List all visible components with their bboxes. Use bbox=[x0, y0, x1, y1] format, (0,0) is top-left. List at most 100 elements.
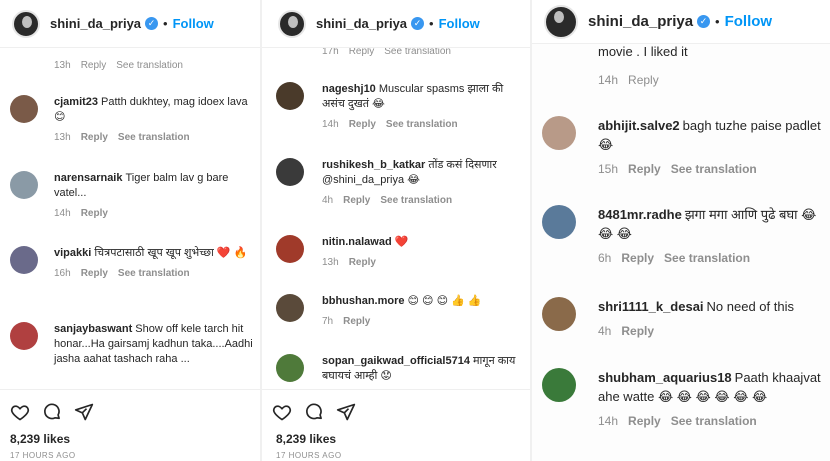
comment-icon[interactable] bbox=[42, 402, 62, 422]
separator-dot: • bbox=[429, 16, 434, 31]
comment-meta: 14h Reply bbox=[598, 73, 669, 87]
post-age: 17 HOURS AGO bbox=[10, 451, 76, 460]
comment-username[interactable]: cjamit23 bbox=[54, 96, 98, 108]
commenter-avatar[interactable] bbox=[10, 95, 38, 123]
comment-username[interactable]: nageshj10 bbox=[322, 83, 376, 95]
comment-text: No need of this bbox=[706, 299, 794, 314]
heart-icon[interactable] bbox=[10, 402, 30, 422]
comment-time: 4h bbox=[598, 324, 612, 338]
commenter-avatar[interactable] bbox=[276, 82, 304, 110]
see-translation-button[interactable]: See translation bbox=[116, 60, 183, 71]
comment-username[interactable]: 8481mr.radhe bbox=[598, 207, 682, 222]
comment-username[interactable]: sanjaybaswant bbox=[54, 323, 132, 335]
post-age: 17 HOURS AGO bbox=[276, 451, 342, 460]
reply-button[interactable]: Reply bbox=[81, 208, 108, 219]
see-translation-button[interactable]: See translation bbox=[671, 162, 757, 176]
comment-time: 14h bbox=[598, 73, 619, 87]
comment-username[interactable]: nitin.nalawad bbox=[322, 236, 392, 248]
see-translation-button[interactable]: See translation bbox=[664, 251, 750, 265]
username[interactable]: shini_da_priya bbox=[316, 16, 407, 31]
reply-button[interactable]: Reply bbox=[81, 132, 108, 143]
post-header: shini_da_priya ✓ • Follow bbox=[532, 0, 830, 44]
comment-username[interactable]: narensarnaik bbox=[54, 172, 122, 184]
follow-button[interactable]: Follow bbox=[173, 16, 214, 31]
reply-button[interactable]: Reply bbox=[81, 268, 108, 279]
comment-meta: 13h Reply See translation bbox=[54, 60, 193, 71]
verified-badge-icon: ✓ bbox=[411, 17, 425, 30]
verified-badge-icon: ✓ bbox=[145, 17, 159, 30]
post-actions-bar: 8,239 likes 17 HOURS AGO bbox=[262, 389, 530, 461]
commenter-avatar[interactable] bbox=[276, 294, 304, 322]
post-header: shini_da_priya ✓ • Follow bbox=[262, 0, 530, 48]
comment-username[interactable]: bbhushan.more bbox=[322, 295, 405, 307]
reply-button[interactable]: Reply bbox=[621, 251, 654, 265]
reply-button[interactable]: Reply bbox=[628, 414, 661, 428]
reply-button[interactable]: Reply bbox=[621, 324, 654, 338]
reply-button[interactable]: Reply bbox=[628, 162, 661, 176]
post-panel-3: shini_da_priya ✓ • Follow movie . I like… bbox=[532, 0, 830, 461]
comment-text: 😊 😊 😊 👍 👍 bbox=[407, 295, 482, 307]
post-header: shini_da_priya ✓ • Follow bbox=[0, 0, 260, 48]
verified-badge-icon: ✓ bbox=[697, 15, 711, 28]
commenter-avatar[interactable] bbox=[276, 235, 304, 263]
commenter-avatar[interactable] bbox=[10, 246, 38, 274]
comment-time: 13h bbox=[54, 60, 71, 71]
profile-avatar[interactable] bbox=[544, 4, 578, 39]
comment-username[interactable]: rushikesh_b_katkar bbox=[322, 159, 425, 171]
comment-username[interactable]: abhijit.salve2 bbox=[598, 118, 680, 133]
share-icon[interactable] bbox=[74, 402, 94, 422]
post-actions-bar: 8,239 likes 17 HOURS AGO bbox=[0, 389, 260, 461]
comment-time: 15h bbox=[598, 162, 619, 176]
see-translation-button[interactable]: See translation bbox=[671, 414, 757, 428]
commenter-avatar[interactable] bbox=[276, 354, 304, 382]
comment-username[interactable]: vipakki bbox=[54, 247, 91, 259]
comment-username[interactable]: sopan_gaikwad_official5714 bbox=[322, 355, 470, 367]
post-panel-1: shini_da_priya ✓ • Follow 13h Reply See tr… bbox=[0, 0, 260, 461]
commenter-avatar[interactable] bbox=[10, 322, 38, 350]
post-panel-2: shini_da_priya ✓ • Follow 17h Reply See tr… bbox=[262, 0, 530, 461]
commenter-avatar[interactable] bbox=[10, 171, 38, 199]
comment-time: 6h bbox=[598, 251, 612, 265]
reply-button[interactable]: Reply bbox=[628, 73, 659, 87]
comment-time: 14h bbox=[54, 208, 71, 219]
reply-button[interactable]: Reply bbox=[343, 195, 370, 206]
username[interactable]: shini_da_priya bbox=[588, 13, 693, 30]
comment-username[interactable]: shri1111_k_desai bbox=[598, 299, 704, 314]
commenter-avatar[interactable] bbox=[542, 297, 576, 331]
separator-dot: • bbox=[163, 16, 168, 31]
heart-icon[interactable] bbox=[272, 402, 292, 422]
commenter-avatar[interactable] bbox=[542, 116, 576, 150]
profile-avatar[interactable] bbox=[12, 9, 40, 38]
see-translation-button[interactable]: See translation bbox=[380, 195, 452, 206]
comment-text: ❤️ bbox=[394, 236, 409, 248]
share-icon[interactable] bbox=[336, 402, 356, 422]
likes-count[interactable]: 8,239 likes bbox=[10, 432, 70, 446]
commenter-avatar[interactable] bbox=[542, 205, 576, 239]
comment-time: 7h bbox=[322, 316, 334, 327]
see-translation-button[interactable]: See translation bbox=[118, 268, 190, 279]
follow-button[interactable]: Follow bbox=[439, 16, 480, 31]
comment-time: 13h bbox=[322, 257, 339, 268]
comment-time: 4h bbox=[322, 195, 334, 206]
comment-username[interactable]: shubham_aquarius18 bbox=[598, 370, 732, 385]
comment-icon[interactable] bbox=[304, 402, 324, 422]
comment-time: 13h bbox=[54, 132, 71, 143]
likes-count[interactable]: 8,239 likes bbox=[276, 432, 336, 446]
commenter-avatar[interactable] bbox=[542, 368, 576, 402]
comment-text: चित्रपटासाठी खूप खूप शुभेच्छा ❤️ 🔥 bbox=[94, 247, 248, 259]
reply-button[interactable]: Reply bbox=[81, 60, 107, 71]
comment-time: 14h bbox=[598, 414, 619, 428]
separator-dot: • bbox=[715, 14, 720, 29]
comment-time: 16h bbox=[54, 268, 71, 279]
follow-button[interactable]: Follow bbox=[725, 13, 773, 30]
username[interactable]: shini_da_priya bbox=[50, 16, 141, 31]
reply-button[interactable]: Reply bbox=[349, 119, 376, 130]
see-translation-button[interactable]: See translation bbox=[386, 119, 458, 130]
reply-button[interactable]: Reply bbox=[349, 257, 376, 268]
profile-avatar[interactable] bbox=[278, 9, 306, 38]
commenter-avatar[interactable] bbox=[276, 158, 304, 186]
see-translation-button[interactable]: See translation bbox=[118, 132, 190, 143]
comment-text: movie . I liked it bbox=[598, 44, 688, 59]
reply-button[interactable]: Reply bbox=[343, 316, 370, 327]
comment-time: 14h bbox=[322, 119, 339, 130]
